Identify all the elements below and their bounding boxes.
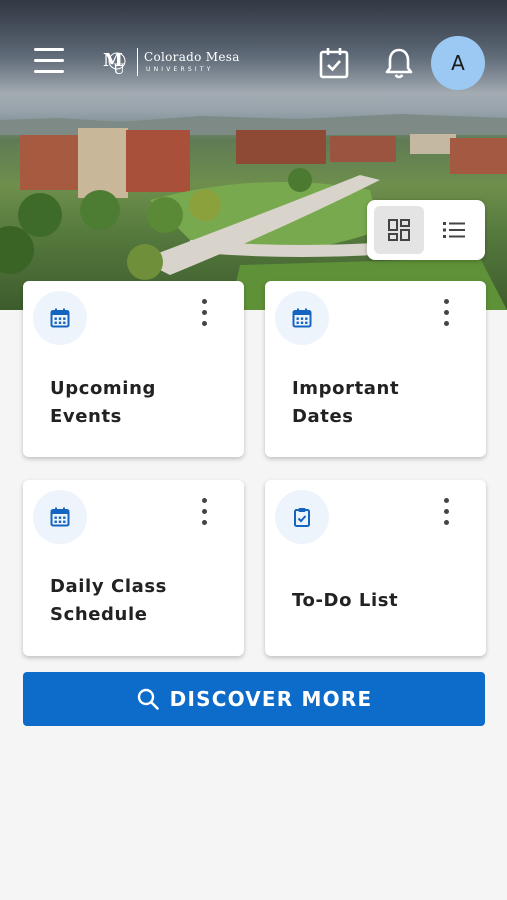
calendar-icon [275,291,329,345]
logo-divider [137,48,138,76]
calendar-icon [33,291,87,345]
list-view-button[interactable] [429,206,479,254]
logo-name: Colorado Mesa [144,50,240,64]
card-title: Upcoming Events [50,375,230,431]
user-avatar[interactable]: A [431,36,485,90]
university-logo: M U Colorado Mesa UNIVERSITY [100,44,245,80]
more-options-icon[interactable] [198,299,210,331]
card-title-line2: Events [50,406,122,427]
card-title-line1: Daily Class [50,576,167,597]
more-options-icon[interactable] [440,498,452,530]
calendar-icon [33,490,87,544]
card-title: To-Do List [292,587,472,615]
calendar-check-icon[interactable] [318,46,350,80]
hamburger-menu-icon[interactable] [34,48,66,76]
discover-more-button[interactable]: DISCOVER MORE [23,672,485,726]
top-bar: M U Colorado Mesa UNIVERSITY A [0,0,507,120]
card-title-line1: Important [292,378,400,399]
card-important-dates[interactable]: Important Dates [265,281,486,457]
clipboard-check-icon [275,490,329,544]
more-options-icon[interactable] [440,299,452,331]
card-upcoming-events[interactable]: Upcoming Events [23,281,244,457]
notification-bell-icon[interactable] [383,46,415,80]
card-title-line1: To-Do List [292,590,399,611]
card-title-line2: Schedule [50,604,148,625]
card-title: Important Dates [292,375,472,431]
list-view-icon [443,222,465,238]
card-title-line2: Dates [292,406,354,427]
search-icon [137,688,159,710]
monogram-icon: M U [103,50,126,78]
logo-subtitle: UNIVERSITY [146,66,214,73]
view-toggle [367,200,485,260]
svg-text:U: U [113,62,125,78]
card-title: Daily Class Schedule [50,573,230,629]
card-todo-list[interactable]: To-Do List [265,480,486,656]
discover-more-label: DISCOVER MORE [169,687,373,711]
grid-view-button[interactable] [374,206,424,254]
card-title-line1: Upcoming [50,378,156,399]
card-daily-class-schedule[interactable]: Daily Class Schedule [23,480,244,656]
more-options-icon[interactable] [198,498,210,530]
grid-view-icon [388,219,410,241]
